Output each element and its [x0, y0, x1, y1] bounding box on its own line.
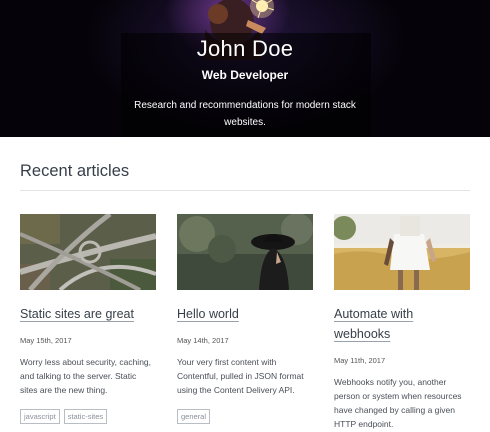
article-image-highway[interactable] [20, 214, 156, 290]
hero-tagline: Research and recommendations for modern … [134, 100, 356, 128]
article-title-link[interactable]: Static sites are great [20, 304, 156, 324]
tag-general[interactable]: general [177, 409, 211, 424]
tag-javascript[interactable]: javascript [20, 409, 60, 424]
article-card: Static sites are great May 15th, 2017 Wo… [20, 214, 156, 424]
article-tags: javascript static-sites [20, 409, 156, 424]
article-image-field-person[interactable] [334, 214, 470, 290]
article-description: Webhooks notify you, another person or s… [334, 377, 462, 429]
article-date: May 14th, 2017 [177, 336, 229, 345]
article-description: Worry less about security, caching, and … [20, 357, 152, 395]
article-title-link[interactable]: Automate with webhooks [334, 304, 470, 344]
article-tags: general [177, 409, 313, 424]
article-image-hat-person[interactable] [177, 214, 313, 290]
tag-static-sites[interactable]: static-sites [63, 409, 108, 424]
article-card: Hello world May 14th, 2017 Your very fir… [177, 214, 313, 424]
section-title: Recent articles [20, 162, 130, 180]
article-card: Automate with webhooks May 11th, 2017 We… [334, 214, 470, 431]
hero-job-title: Web Developer [201, 68, 289, 82]
article-description: Your very first content with Contentful,… [177, 357, 304, 395]
hero-name: John Doe [196, 36, 294, 61]
article-title-link[interactable]: Hello world [177, 304, 313, 324]
section-divider [20, 190, 470, 191]
article-date: May 15th, 2017 [20, 336, 72, 345]
hero-banner: John Doe Web Developer Research and reco… [0, 0, 490, 137]
article-date: May 11th, 2017 [334, 356, 386, 365]
